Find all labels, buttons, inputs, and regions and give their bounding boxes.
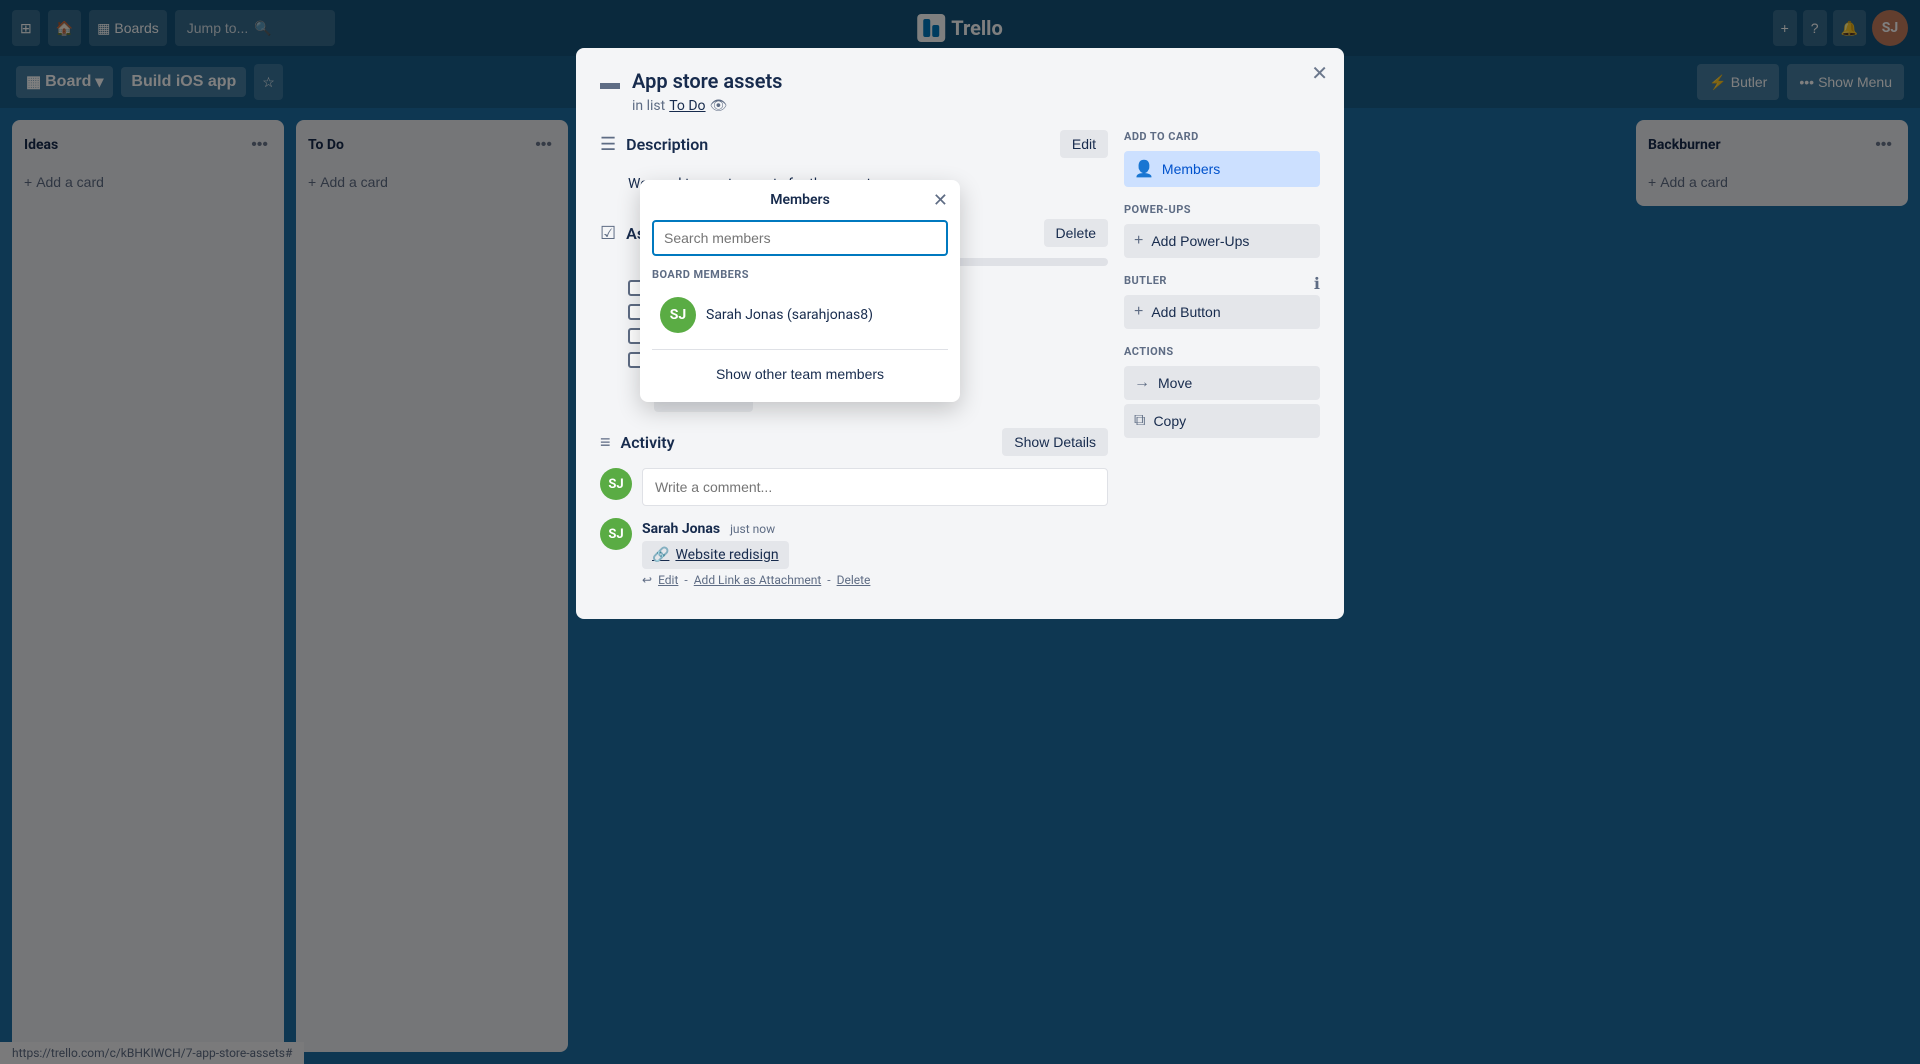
butler-info-button[interactable]: ℹ <box>1314 274 1320 294</box>
activity-actions: ↩ Edit - Add Link as Attachment - Delete <box>642 573 1108 587</box>
link-icon: 🔗 <box>652 547 669 563</box>
activity-header: ≡ Activity Show Details <box>600 428 1108 456</box>
activity-log-avatar: SJ <box>600 518 632 550</box>
activity-icon: ≡ <box>600 432 611 453</box>
activity-log-row: SJ Sarah Jonas just now 🔗 Website redisi… <box>600 518 1108 587</box>
power-ups-label: POWER-UPS <box>1124 203 1320 216</box>
add-button-button[interactable]: + Add Button <box>1124 295 1320 329</box>
modal-close-button[interactable]: ✕ <box>1307 60 1332 88</box>
activity-delete-link[interactable]: Delete <box>837 573 871 587</box>
activity-time: just now <box>730 522 775 536</box>
modal-title-area: App store assets in list To Do 👁 <box>632 68 1320 114</box>
add-power-ups-button[interactable]: + Add Power-Ups <box>1124 224 1320 258</box>
activity-link-card[interactable]: 🔗 Website redisign <box>642 541 789 569</box>
plus-icon: + <box>1134 232 1143 250</box>
watch-icon[interactable]: 👁 <box>710 98 728 114</box>
show-other-members-button[interactable]: Show other team members <box>652 358 948 390</box>
members-popup: Members ✕ BOARD MEMBERS SJ Sarah Jonas (… <box>640 180 960 402</box>
modal-overlay[interactable]: ▬ App store assets in list To Do 👁 ✕ ☰ D… <box>0 0 1920 1064</box>
activity-add-link-link[interactable]: Add Link as Attachment <box>694 573 822 587</box>
edit-description-button[interactable]: Edit <box>1060 130 1108 158</box>
board-members-label: BOARD MEMBERS <box>652 268 948 281</box>
popup-divider <box>652 349 948 350</box>
activity-section: ≡ Activity Show Details SJ SJ <box>600 428 1108 587</box>
members-icon: 👤 <box>1134 159 1154 179</box>
description-title: Description <box>626 135 708 154</box>
activity-user-name: Sarah Jonas <box>642 521 720 537</box>
copy-icon: ⧉ <box>1134 412 1145 430</box>
description-icon: ☰ <box>600 134 616 155</box>
modal-sidebar: ADD TO CARD 👤 Members POWER-UPS + Add Po… <box>1124 130 1320 595</box>
show-details-button[interactable]: Show Details <box>1002 428 1108 456</box>
comment-row: SJ <box>600 468 1108 506</box>
description-header: ☰ Description Edit <box>600 130 1108 158</box>
comment-avatar: SJ <box>600 468 632 500</box>
popup-header: Members ✕ <box>652 192 948 208</box>
search-members-input[interactable] <box>652 220 948 256</box>
delete-checklist-button[interactable]: Delete <box>1044 219 1108 247</box>
butler-label: BUTLER ℹ <box>1124 274 1320 287</box>
activity-title: Activity <box>621 433 675 452</box>
activity-edit-link[interactable]: Edit <box>658 573 678 587</box>
member-row-sarah[interactable]: SJ Sarah Jonas (sarahjonas8) <box>652 289 948 341</box>
activity-log-content: Sarah Jonas just now 🔗 Website redisign … <box>642 518 1108 587</box>
comment-input[interactable] <box>642 468 1108 506</box>
member-name-sarah: Sarah Jonas (sarahjonas8) <box>706 307 873 323</box>
plus-icon: + <box>1134 303 1143 321</box>
checklist-icon: ☑ <box>600 223 616 244</box>
move-button[interactable]: → Move <box>1124 366 1320 400</box>
member-avatar-sarah: SJ <box>660 297 696 333</box>
card-icon: ▬ <box>600 70 620 95</box>
move-icon: → <box>1134 374 1150 392</box>
copy-button[interactable]: ⧉ Copy <box>1124 404 1320 438</box>
list-link[interactable]: To Do <box>669 98 705 114</box>
edit-action-icon: ↩ <box>642 573 652 587</box>
members-button[interactable]: 👤 Members <box>1124 151 1320 187</box>
add-to-card-label: ADD TO CARD <box>1124 130 1320 143</box>
modal-header: ▬ App store assets in list To Do 👁 <box>576 48 1344 114</box>
popup-close-button[interactable]: ✕ <box>933 191 948 209</box>
actions-label: ACTIONS <box>1124 345 1320 358</box>
card-title: App store assets <box>632 68 1320 94</box>
card-subtitle: in list To Do 👁 <box>632 98 1320 114</box>
popup-title: Members <box>770 192 830 208</box>
